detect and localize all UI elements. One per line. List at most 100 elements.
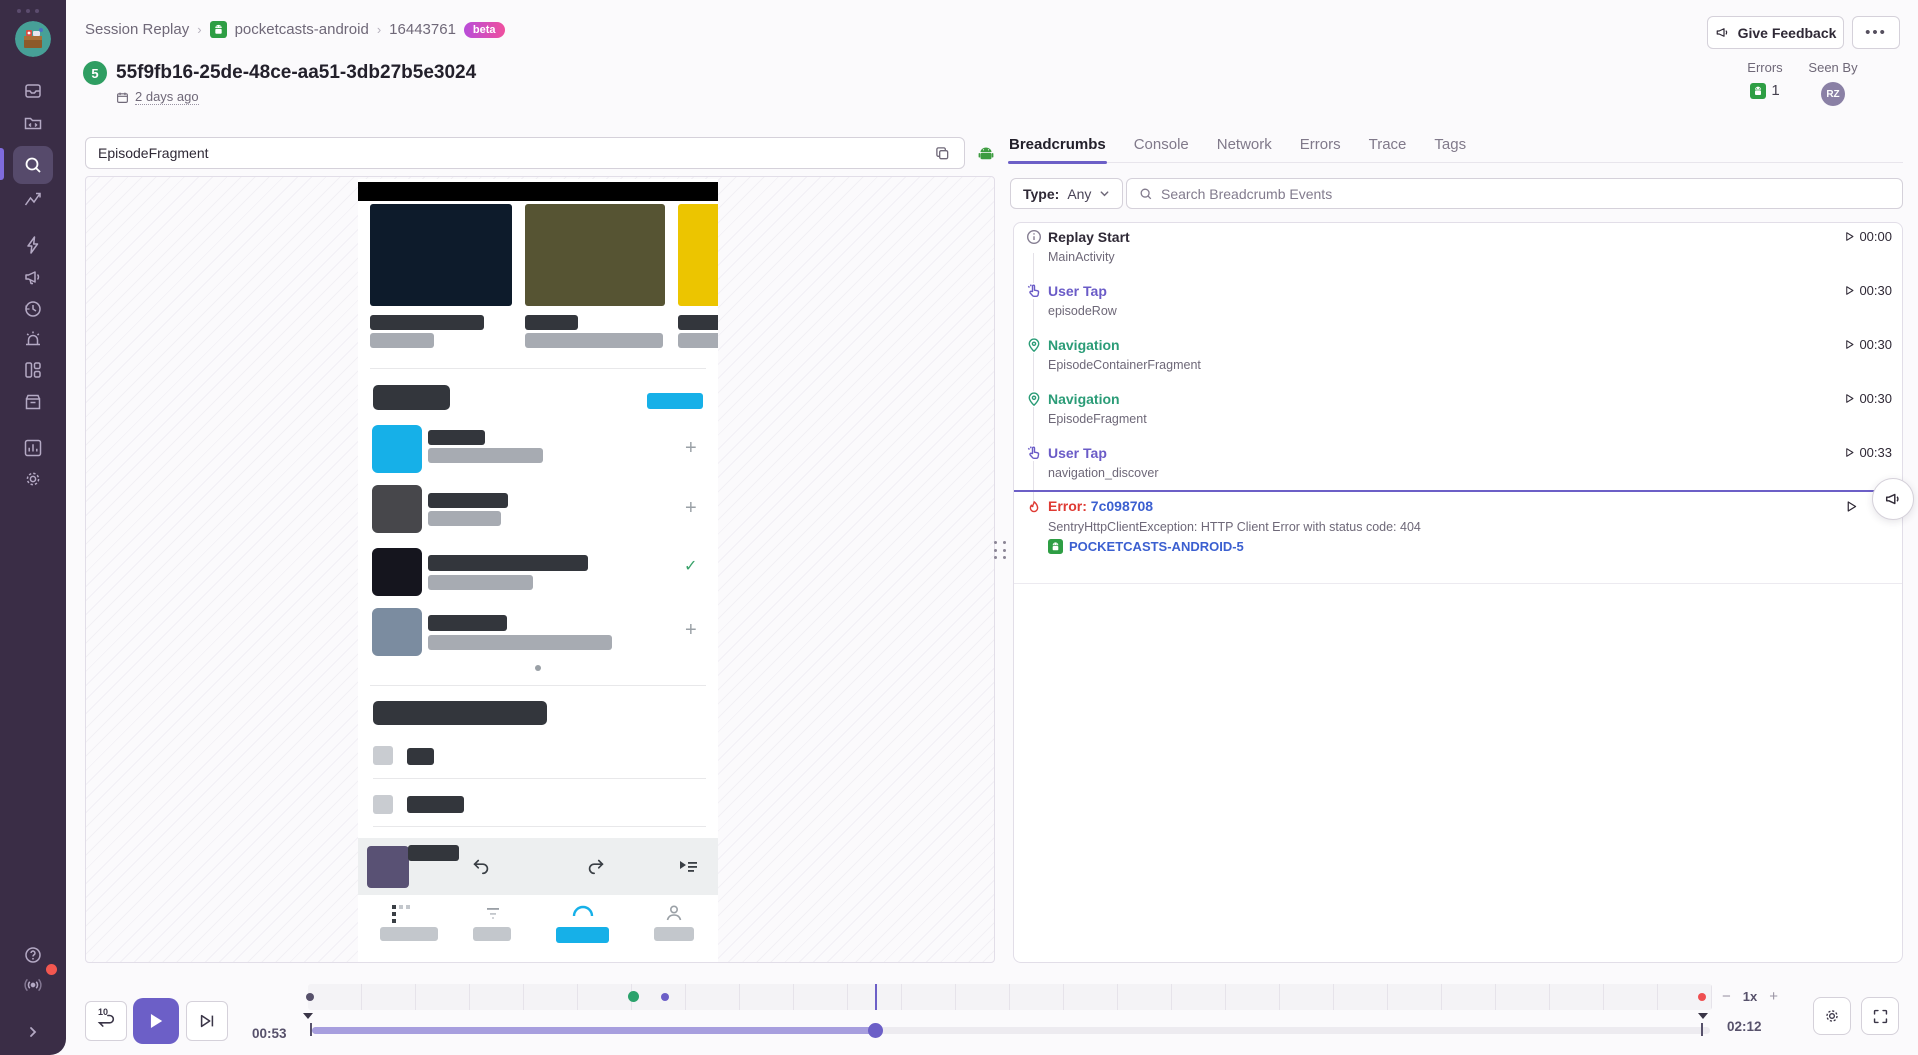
error-event-dot [1698,993,1706,1001]
replay-video-panel[interactable]: + + ✓ + [85,176,995,963]
tab-tags[interactable]: Tags [1433,130,1467,162]
event-timestamp[interactable]: 00:00 [1844,229,1892,244]
plus-icon: + [685,437,697,460]
rewind-10-button[interactable]: 10 [85,1001,127,1041]
bar-stats-icon [14,431,52,465]
flame-icon [1026,500,1042,516]
sidebar-item-settings[interactable] [0,462,66,496]
active-tab-pill [556,927,609,943]
seen-by-avatar[interactable]: RZ [1821,82,1845,106]
line-chart-icon [14,182,52,216]
minimap-playhead-line [875,984,877,1010]
siren-icon [14,322,52,356]
tap-event-dot [661,993,669,1001]
tab-breadcrumbs[interactable]: Breadcrumbs [1008,130,1107,162]
panel-resize-handle[interactable] [994,541,1007,561]
android-project-icon [1750,83,1766,99]
chevron-sep-icon: › [377,22,381,37]
layout-grid-icon [14,353,52,387]
tab-errors[interactable]: Errors [1299,130,1342,162]
sidebar-item-replays[interactable] [0,292,66,326]
search-input[interactable] [1161,186,1890,202]
event-timestamp[interactable]: 00:30 [1844,283,1892,298]
window-start-marker[interactable] [303,1013,313,1019]
speed-decrease-button[interactable]: − [1722,988,1731,1005]
sidebar-item-alerts[interactable] [0,322,66,356]
fullscreen-button[interactable] [1861,997,1899,1035]
type-filter-dropdown[interactable]: Type:Any [1010,178,1123,209]
track-end-tick [1701,1023,1703,1036]
window-end-marker[interactable] [1698,1013,1708,1019]
error-project-link[interactable]: POCKETCASTS-ANDROID-5 [1048,539,1244,554]
sidebar-item-whats-new[interactable] [0,968,66,1002]
sidebar-collapse-toggle[interactable] [0,1015,66,1049]
calendar-icon [116,91,129,104]
speed-increase-button[interactable]: + [1769,988,1778,1005]
more-options-button[interactable]: ••• [1852,16,1900,49]
current-view-bar [85,137,965,169]
podcasts-grid-icon [392,905,414,923]
track-start-tick [310,1023,312,1036]
lightning-icon [14,228,52,262]
sidebar-item-explore[interactable] [0,146,66,184]
give-feedback-button[interactable]: Give Feedback [1707,16,1844,49]
tab-console[interactable]: Console [1133,130,1190,162]
error-id-link[interactable]: 7c098708 [1091,498,1153,514]
current-view-input[interactable] [98,145,928,161]
play-from-error-button[interactable] [1845,500,1858,513]
play-icon [1844,285,1855,296]
play-icon [1844,447,1855,458]
tap-icon [1026,445,1042,461]
sidebar-item-projects[interactable] [0,106,66,140]
phone-card [370,204,512,306]
search-icon [13,146,53,184]
chevron-down-icon [1099,188,1110,199]
sidebar-item-dashboards[interactable] [0,353,66,387]
android-project-icon [210,21,227,38]
sidebar-item-releases[interactable] [0,385,66,419]
play-button[interactable] [133,998,179,1044]
feedback-fab-button[interactable] [1872,478,1914,520]
tab-network[interactable]: Network [1216,130,1273,162]
playhead-handle[interactable] [868,1023,883,1038]
sidebar-item-discover-chart[interactable] [0,182,66,216]
duration-label: 02:12 [1727,1019,1762,1034]
rewind-10-icon: 10 [95,1010,117,1032]
ellipsis-icon: ••• [1865,24,1887,41]
breadcrumb-replay-id[interactable]: 16443761 [389,21,456,38]
replay-phone-screen: + + ✓ + [358,179,718,962]
player-settings-button[interactable] [1813,997,1851,1035]
filter-icon [485,905,501,921]
org-avatar[interactable] [15,21,51,57]
breadcrumb-session-replay[interactable]: Session Replay [85,21,189,38]
location-pin-icon [1026,391,1042,407]
sidebar-item-feedback[interactable] [0,260,66,294]
errors-count[interactable]: 1 [1771,82,1779,99]
replay-timestamp[interactable]: 2 days ago [116,89,199,105]
sidebar-item-insights[interactable] [0,228,66,262]
sidebar-item-issues[interactable] [0,74,66,108]
clock-history-icon [14,292,52,326]
phone-card [525,204,665,306]
speed-value[interactable]: 1x [1743,989,1757,1004]
issues-icon [14,74,52,108]
skip-to-next-button[interactable] [186,1001,228,1041]
window-controls [17,9,39,13]
check-icon: ✓ [684,556,697,576]
error-event-row[interactable]: Error: 7c098708 SentryHttpClientExceptio… [1014,494,1902,584]
phone-status-bar [358,182,718,201]
seek-track[interactable] [312,1027,1710,1034]
event-timestamp[interactable]: 00:30 [1844,337,1892,352]
beta-badge: beta [464,22,505,38]
copy-icon[interactable] [928,141,956,165]
fullscreen-icon [1872,1008,1889,1025]
page-title: 55f9fb16-25de-48ce-aa51-3db27b5e3024 [116,62,476,84]
event-timestamp[interactable]: 00:33 [1844,445,1892,460]
error-label: Error: [1048,498,1087,514]
breadcrumb-project[interactable]: pocketcasts-android [235,21,369,38]
timeline-minimap[interactable] [308,984,1712,1010]
event-timestamp[interactable]: 00:30 [1844,391,1892,406]
undo-icon [470,855,492,877]
sidebar-item-stats[interactable] [0,431,66,465]
tab-trace[interactable]: Trace [1368,130,1408,162]
